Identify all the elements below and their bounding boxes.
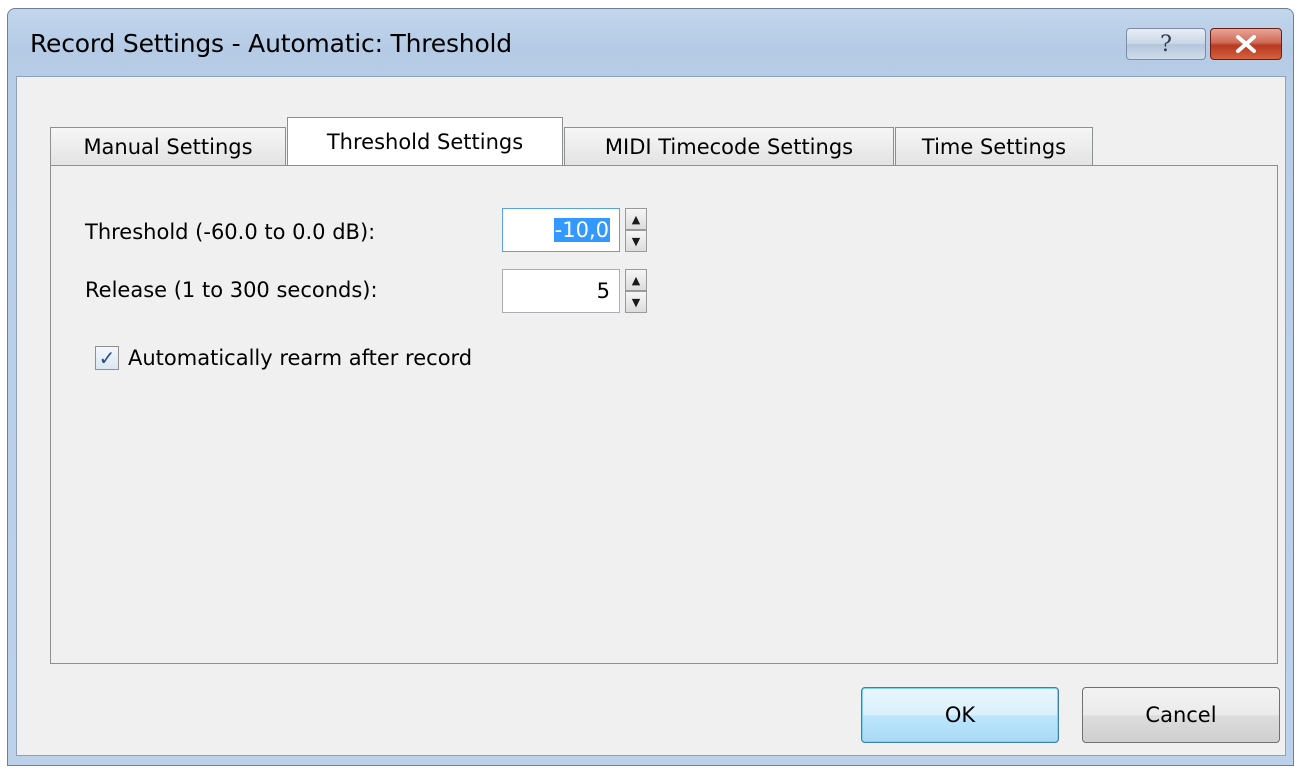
tab-manual-settings[interactable]: Manual Settings xyxy=(50,127,286,165)
tab-label: Manual Settings xyxy=(83,134,253,159)
spin-down-icon[interactable]: ▼ xyxy=(625,230,647,252)
cancel-button[interactable]: Cancel xyxy=(1082,687,1280,743)
release-stepper[interactable]: ▲ ▼ xyxy=(625,269,647,313)
window-title: Record Settings - Automatic: Threshold xyxy=(30,29,512,58)
checkmark-icon: ✓ xyxy=(98,346,116,370)
rearm-label[interactable]: Automatically rearm after record xyxy=(128,346,472,370)
close-button[interactable] xyxy=(1210,28,1282,60)
threshold-stepper[interactable]: ▲ ▼ xyxy=(625,208,647,252)
spin-up-icon[interactable]: ▲ xyxy=(625,269,647,291)
tab-threshold-settings[interactable]: Threshold Settings xyxy=(287,117,563,165)
tab-midi-timecode-settings[interactable]: MIDI Timecode Settings xyxy=(564,127,894,165)
tab-time-settings[interactable]: Time Settings xyxy=(895,127,1093,165)
threshold-label: Threshold (-60.0 to 0.0 dB): xyxy=(85,220,376,244)
tab-label: MIDI Timecode Settings xyxy=(604,134,854,159)
close-icon xyxy=(1236,35,1256,53)
spin-up-icon[interactable]: ▲ xyxy=(625,208,647,230)
threshold-value: -10,0 xyxy=(553,218,610,242)
threshold-settings-panel: Threshold (-60.0 to 0.0 dB): -10,0 ▲ ▼ R… xyxy=(50,165,1278,664)
release-value: 5 xyxy=(596,279,610,303)
tab-label: Threshold Settings xyxy=(326,129,524,154)
help-icon: ? xyxy=(1160,31,1172,57)
spin-down-icon[interactable]: ▼ xyxy=(625,291,647,313)
dialog-window: Record Settings - Automatic: Threshold ?… xyxy=(7,8,1294,766)
release-label: Release (1 to 300 seconds): xyxy=(85,278,378,302)
rearm-checkbox[interactable]: ✓ xyxy=(95,346,119,370)
dialog-client-area: Manual Settings Threshold Settings MIDI … xyxy=(16,76,1286,756)
release-input[interactable]: 5 xyxy=(502,269,620,313)
help-button[interactable]: ? xyxy=(1126,28,1206,60)
threshold-input[interactable]: -10,0 xyxy=(502,208,620,252)
tab-label: Time Settings xyxy=(921,134,1067,159)
ok-button[interactable]: OK xyxy=(861,687,1059,743)
